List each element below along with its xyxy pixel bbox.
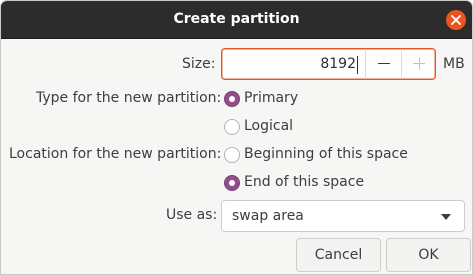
size-spinbutton[interactable]: 8192 xyxy=(221,48,436,80)
minus-icon xyxy=(378,63,390,64)
text-cursor xyxy=(357,56,358,74)
use-as-value: swap area xyxy=(232,208,304,224)
create-partition-dialog: Create partition Size: 8192 MB Type for … xyxy=(0,0,473,275)
radio-label: Primary xyxy=(244,90,299,106)
location-label: Location for the new partition: xyxy=(9,146,222,162)
type-label: Type for the new partition: xyxy=(36,90,222,106)
use-as-label: Use as: xyxy=(166,207,218,223)
dialog-title: Create partition xyxy=(173,11,300,27)
size-decrement-button[interactable] xyxy=(367,49,401,79)
chevron-down-icon xyxy=(441,214,451,220)
cancel-button[interactable]: Cancel xyxy=(296,238,381,272)
radio-unselected-icon xyxy=(224,119,240,135)
divider xyxy=(365,49,366,79)
size-label: Size: xyxy=(182,56,216,72)
size-increment-button[interactable] xyxy=(402,49,436,79)
close-button[interactable] xyxy=(446,10,466,30)
ok-button[interactable]: OK xyxy=(386,238,471,272)
radio-selected-icon xyxy=(224,175,240,191)
size-input[interactable]: 8192 xyxy=(226,56,356,72)
radio-unselected-icon xyxy=(224,147,240,163)
title-bar: Create partition xyxy=(1,1,472,39)
use-as-dropdown[interactable]: swap area xyxy=(221,200,465,232)
radio-selected-icon xyxy=(224,91,240,107)
close-icon xyxy=(451,15,461,25)
radio-label: End of this space xyxy=(244,174,365,190)
size-unit: MB xyxy=(443,56,465,72)
radio-label: Logical xyxy=(244,118,294,134)
radio-label: Beginning of this space xyxy=(244,146,408,162)
